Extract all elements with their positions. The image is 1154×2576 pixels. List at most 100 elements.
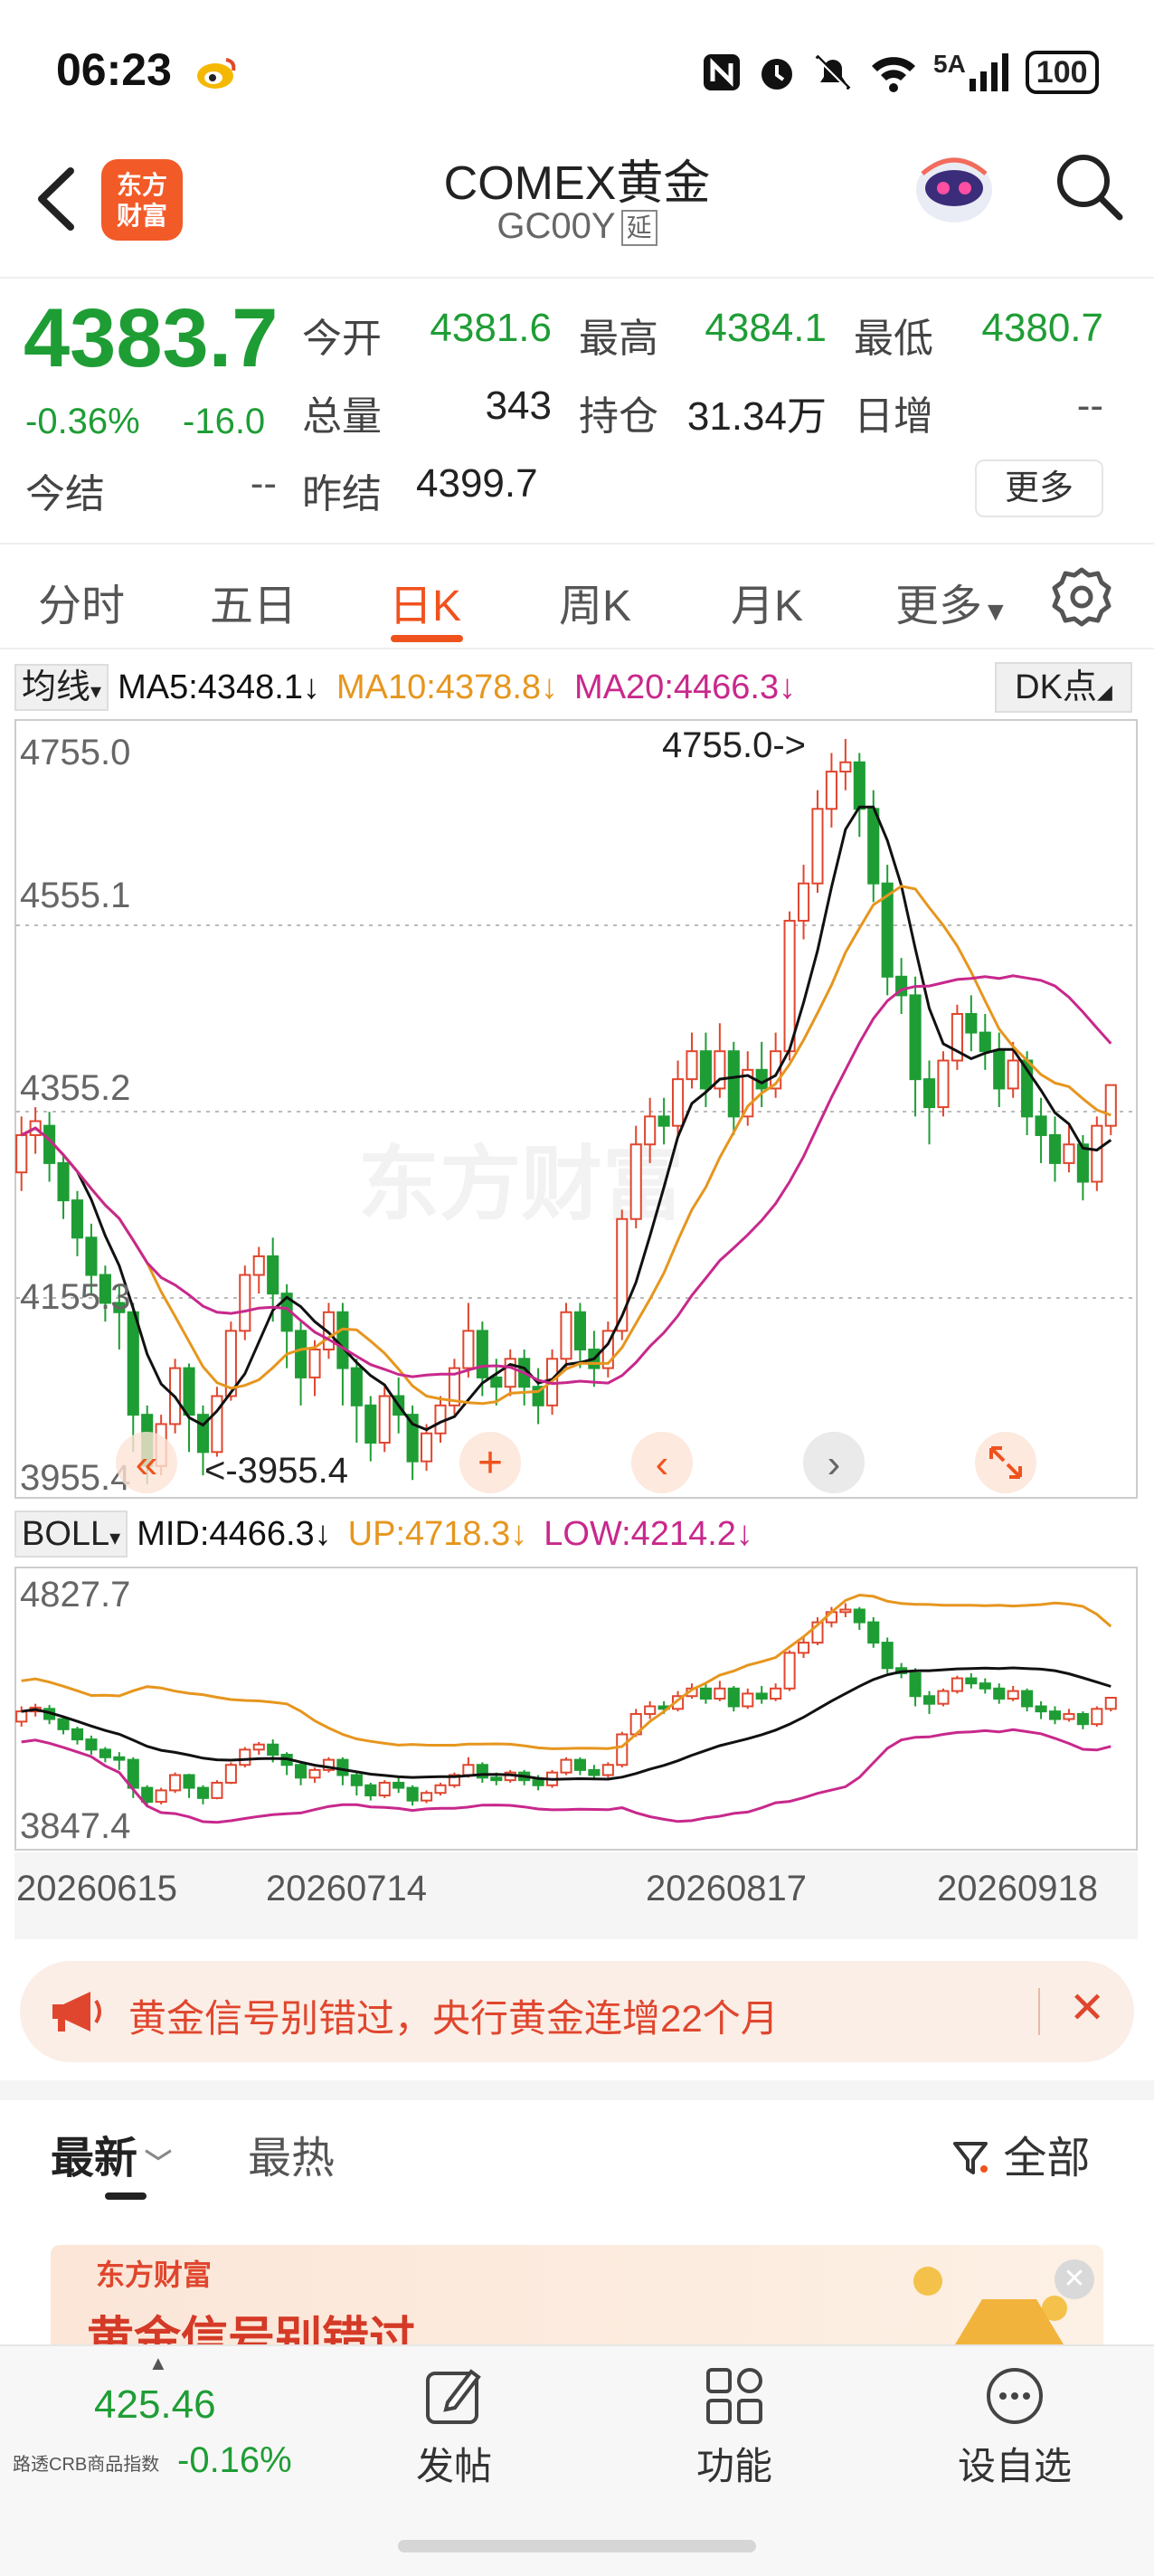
tab-five-day[interactable]: 五日 [210,570,297,633]
zoom-in-button[interactable]: + [459,1432,521,1493]
candle [560,1311,572,1360]
candle [922,1078,936,1109]
tab-daily-k[interactable]: 日K [389,570,461,633]
boll-candle [490,1776,503,1782]
candle [1048,1133,1062,1164]
daily-increase-label: 日增 [854,394,933,439]
scroll-left-button[interactable]: ‹ [631,1432,693,1493]
max-price-marker: 4755.0-> [662,725,806,765]
open-label: 今开 [302,317,382,361]
svg-text:›: › [828,1442,841,1486]
candle [825,771,837,810]
boll-candle [714,1687,726,1700]
scroll-left-fast-button[interactable]: « [116,1432,177,1493]
change-percent: -0.36% [25,402,140,441]
section-gap [0,2080,1154,2100]
promo-separator [1038,1988,1040,2035]
boll-candle [224,1764,237,1784]
boll-indicator-row: BOLL▾ MID:4466.3↓ UP:4718.3↓ LOW:4214.2↓ [14,1509,770,1559]
boll-mid-value: MID:4466.3↓ [137,1514,332,1553]
promo-text: 黄金信号别错过，央行黄金连增22个月 [128,1997,779,2040]
scroll-right-button[interactable]: › [803,1432,865,1493]
min-price-marker: <-3955.4 [204,1451,348,1491]
low-value: 4380.7 [981,306,1103,350]
boll-candle [1048,1710,1062,1720]
candle [350,1367,363,1406]
y-axis-label: 4155.3 [20,1277,130,1317]
header-divider [0,277,1154,279]
candle [1063,1143,1075,1164]
promo-banner[interactable]: 黄金信号别错过，央行黄金连增22个月 ✕ [20,1961,1134,2062]
y-axis-label: 4755.0 [20,733,130,772]
boll-candle [727,1687,740,1708]
tab-more[interactable]: 更多▼ [895,570,1009,633]
boll-axis-bottom: 3847.4 [20,1806,130,1846]
boll-candle [1091,1708,1103,1726]
add-watchlist-button[interactable]: 设自选 [942,2364,1087,2491]
alarm-icon [761,59,792,90]
tab-intraday[interactable]: 分时 [38,570,125,633]
wifi-icon [872,57,915,92]
tab-weekly-k[interactable]: 周K [559,570,631,633]
boll-candle [393,1781,405,1789]
ai-assistant-avatar[interactable] [904,137,1004,237]
boll-candle [909,1672,922,1698]
boll-candle [532,1779,544,1786]
boll-candle [1007,1690,1019,1700]
boll-candle [839,1608,852,1614]
filter-icon [953,2142,988,2174]
boll-select[interactable]: BOLL▾ [14,1511,128,1558]
boll-candle [616,1733,629,1766]
nfc-icon [704,54,740,90]
ma-indicator-row: 均线▾ MA5:4348.1↓ MA10:4378.8↓ MA20:4466.3… [14,662,812,713]
boll-candle [979,1682,991,1690]
candle [1076,1143,1089,1183]
boll-candle [742,1692,754,1708]
candle [909,994,922,1081]
candle [979,1031,991,1053]
candle [839,761,852,773]
candle [462,1330,475,1369]
candle [797,882,810,922]
close-icon[interactable]: ✕ [1069,1983,1105,2033]
boll-candle [881,1642,894,1670]
filter-button[interactable]: 全部 [951,2122,1090,2185]
grid-icon [706,2368,762,2424]
close-icon[interactable]: ✕ [1055,2259,1094,2299]
index-value[interactable]: 425.46 [94,2382,216,2428]
candle [853,761,866,810]
ma20-value: MA20:4466.3↓ [574,668,797,706]
fullscreen-icon[interactable] [975,1432,1036,1493]
more-quote-button[interactable]: 更多 [975,459,1103,517]
boll-candle [1021,1690,1034,1708]
feed-card[interactable]: 东方财富 黄金信号别错过 ✕ [51,2245,1103,2344]
boll-candle [196,1786,210,1799]
candle [364,1404,377,1444]
dk-point-button[interactable]: DK点◢ [995,662,1132,713]
boll-candle [770,1687,782,1700]
kline-chart[interactable]: 东方财富 4755.0 4555.1 4355.2 4155.3 3955.4 … [14,719,1138,1499]
candle [71,1199,84,1239]
candle [57,1161,70,1202]
post-button[interactable]: 发帖 [382,2364,526,2491]
boll-candle [1104,1697,1117,1710]
boll-chart[interactable]: 4827.7 3847.4 [14,1567,1138,1851]
boll-candle [406,1786,419,1802]
date-label: 20260615 [16,1869,177,1908]
candle [308,1348,321,1378]
candle [127,1311,139,1416]
candle [1104,1084,1117,1127]
boll-candle [211,1781,223,1799]
tab-hot[interactable]: 最热 [248,2122,335,2185]
candle [993,1050,1006,1090]
boll-candle [993,1687,1006,1700]
tab-latest[interactable]: 最新 ﹀ [51,2122,172,2185]
boll-candle [699,1687,712,1700]
functions-button[interactable]: 功能 [662,2364,807,2491]
candle [183,1367,195,1416]
gear-icon[interactable] [1049,564,1114,630]
ma-select[interactable]: 均线▾ [14,664,109,711]
search-icon[interactable] [1047,145,1129,226]
boll-candle [797,1642,810,1654]
tab-monthly-k[interactable]: 月K [731,570,803,633]
